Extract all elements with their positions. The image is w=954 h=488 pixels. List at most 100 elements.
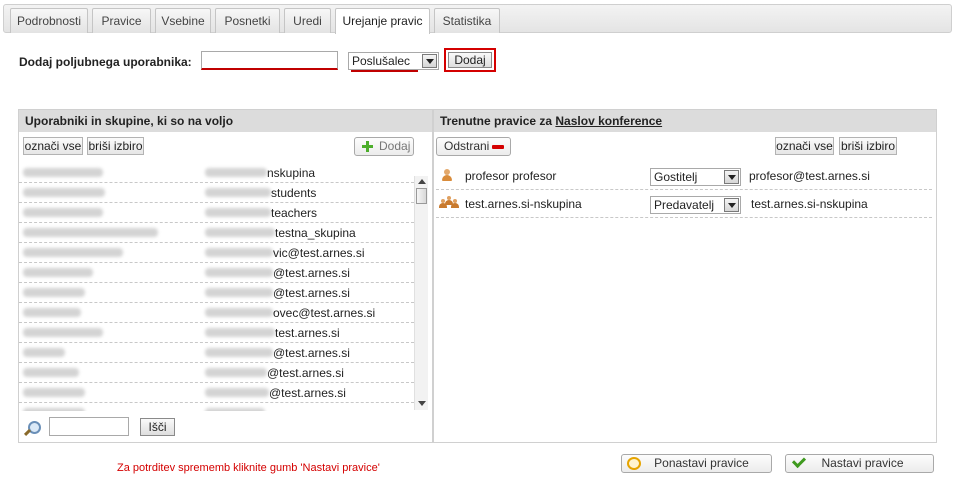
reset-rights-label: Ponastavi pravice [654, 456, 749, 470]
redacted-id [205, 248, 273, 257]
scroll-up-icon[interactable] [417, 177, 427, 187]
list-item-identifier: teachers [271, 206, 318, 220]
role-select[interactable]: Poslušalec [348, 52, 439, 72]
rights-role-select[interactable]: Predavatelj [650, 196, 741, 214]
select-all-button-left[interactable]: označi vse [23, 137, 83, 155]
redacted-id [205, 168, 267, 177]
tab-podrobnosti[interactable]: Podrobnosti [10, 8, 88, 33]
tab-urejanje-pravic[interactable]: Urejanje pravic [335, 8, 430, 34]
remove-button-label: Odstrani [444, 139, 490, 153]
current-rights-row[interactable]: test.arnes.si-nskupina Predavatelj test.… [436, 190, 932, 218]
redacted-id [205, 228, 275, 237]
rights-role-select[interactable]: Gostitelj [650, 168, 741, 186]
list-item[interactable] [19, 403, 414, 411]
redacted-id [205, 308, 273, 317]
select-all-button-right[interactable]: označi vse [775, 137, 834, 155]
remove-button[interactable]: Odstrani [436, 137, 511, 156]
scroll-thumb[interactable] [416, 188, 427, 204]
list-item-identifier: nskupina [267, 166, 316, 180]
available-list-scrollbar[interactable] [414, 176, 428, 410]
list-item-identifier: @test.arnes.si [269, 386, 346, 400]
add-user-button[interactable]: Dodaj [448, 52, 492, 68]
chevron-down-icon[interactable] [422, 54, 437, 68]
redacted-id [205, 408, 265, 411]
person-icon [441, 169, 453, 182]
redacted-name [23, 248, 123, 257]
rights-holder-email: profesor@test.arnes.si [749, 169, 870, 183]
plus-icon [362, 141, 373, 152]
list-item[interactable]: ovec@test.arnes.si [19, 303, 414, 323]
reset-rights-button[interactable]: Ponastavi pravice [621, 454, 772, 473]
group-icon [439, 196, 459, 210]
search-button[interactable]: Išči [140, 418, 175, 436]
rights-role-value: Predavatelj [654, 198, 715, 212]
clear-selection-button-right[interactable]: briši izbiro [839, 137, 897, 155]
list-item[interactable]: @test.arnes.si [19, 343, 414, 363]
list-item[interactable]: @test.arnes.si [19, 263, 414, 283]
tab-statistika[interactable]: Statistika [434, 8, 500, 33]
redacted-name [23, 408, 85, 411]
redacted-id [205, 348, 273, 357]
redacted-id [205, 188, 271, 197]
list-item[interactable]: @test.arnes.si [19, 383, 414, 403]
tab-pravice[interactable]: Pravice [92, 8, 151, 33]
redacted-id [205, 268, 273, 277]
role-select-underline [351, 70, 418, 72]
list-item-identifier: test.arnes.si [275, 326, 340, 340]
list-item-identifier: ovec@test.arnes.si [273, 306, 376, 320]
conference-title-link[interactable]: Naslov konference [555, 114, 662, 128]
list-item-identifier: @test.arnes.si [273, 346, 350, 360]
add-selected-button[interactable]: Dodaj [354, 137, 414, 156]
list-item[interactable]: testna_skupina [19, 223, 414, 243]
list-item-identifier: vic@test.arnes.si [273, 246, 365, 260]
redacted-id [205, 368, 267, 377]
redacted-id [205, 328, 275, 337]
redacted-id [205, 388, 269, 397]
apply-rights-button[interactable]: Nastavi pravice [785, 453, 934, 473]
list-item-identifier: @test.arnes.si [267, 366, 344, 380]
add-user-label: Dodaj poljubnega uporabnika: [19, 55, 192, 69]
available-list[interactable]: nskupina students teachers testna_skupinavi… [19, 163, 414, 411]
current-rights-row[interactable]: profesor profesor Gostitelj profesor@tes… [436, 162, 932, 190]
reset-icon [627, 457, 641, 470]
tab-uredi[interactable]: Uredi [284, 8, 331, 33]
add-selected-label: Dodaj [379, 139, 411, 153]
redacted-name [23, 308, 81, 317]
current-rights-title: Trenutne pravice za Naslov konference [434, 110, 936, 132]
redacted-name [23, 268, 93, 277]
list-item[interactable]: nskupina [19, 163, 414, 183]
redacted-id [205, 208, 271, 217]
redacted-name [23, 388, 85, 397]
list-item[interactable]: students [19, 183, 414, 203]
role-select-value: Poslušalec [352, 54, 411, 68]
current-rights-title-prefix: Trenutne pravice za [440, 114, 553, 128]
redacted-name [23, 228, 158, 237]
clear-selection-button-left[interactable]: briši izbiro [87, 137, 144, 155]
list-item[interactable]: @test.arnes.si [19, 283, 414, 303]
search-input[interactable] [49, 417, 129, 436]
list-item[interactable]: teachers [19, 203, 414, 223]
list-item[interactable]: vic@test.arnes.si [19, 243, 414, 263]
rights-holder-email: test.arnes.si-nskupina [751, 197, 868, 211]
tab-bar: Podrobnosti Pravice Vsebine Posnetki Ure… [3, 4, 952, 34]
redacted-name [23, 288, 85, 297]
tab-posnetki[interactable]: Posnetki [215, 8, 280, 33]
redacted-name [23, 168, 103, 177]
redacted-name [23, 188, 105, 197]
scroll-down-icon[interactable] [417, 399, 427, 409]
list-item-identifier: students [271, 186, 317, 200]
rights-role-value: Gostitelj [654, 170, 698, 184]
chevron-down-icon[interactable] [724, 170, 739, 184]
add-button-highlight: Dodaj [444, 48, 496, 72]
check-icon [791, 453, 807, 469]
list-item-identifier: testna_skupina [275, 226, 356, 240]
minus-icon [492, 145, 504, 149]
list-item[interactable]: @test.arnes.si [19, 363, 414, 383]
tab-vsebine[interactable]: Vsebine [155, 8, 211, 33]
chevron-down-icon[interactable] [724, 198, 739, 212]
redacted-name [23, 368, 79, 377]
list-item[interactable]: test.arnes.si [19, 323, 414, 343]
list-item-identifier: @test.arnes.si [273, 266, 350, 280]
add-user-input[interactable] [201, 51, 338, 70]
list-item-identifier: @test.arnes.si [273, 286, 350, 300]
